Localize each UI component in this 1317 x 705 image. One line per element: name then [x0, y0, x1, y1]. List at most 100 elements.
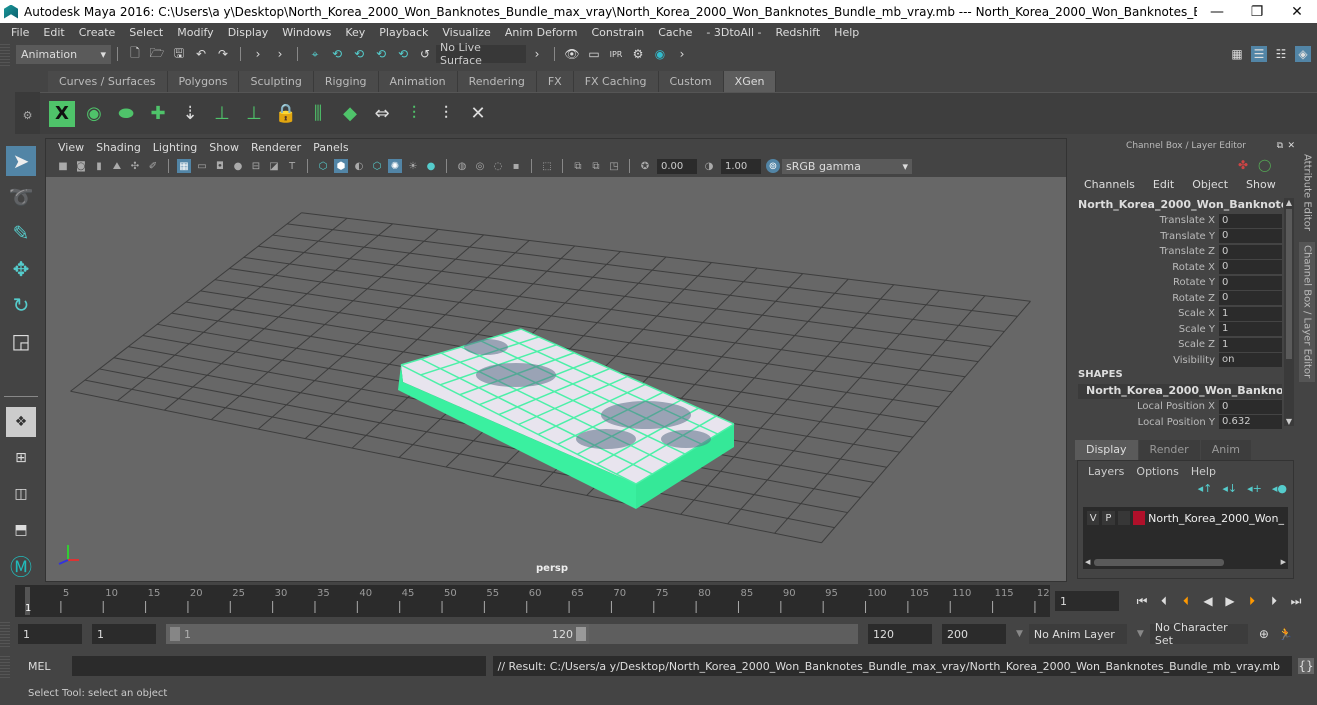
channel-label[interactable]: Rotate X — [1075, 262, 1219, 273]
chevron-down-icon[interactable]: ▼ — [1016, 629, 1023, 639]
image-plane-icon[interactable]: ⛰ — [110, 159, 124, 173]
channel-value-field[interactable]: 0.632 — [1219, 415, 1282, 429]
animation-preferences-icon[interactable]: 🏃 — [1278, 626, 1294, 642]
xray-joints-icon[interactable]: ◳ — [607, 159, 621, 173]
shelf-tab-animation[interactable]: Animation — [378, 71, 458, 92]
lock-guides-icon[interactable]: 🔒 — [273, 101, 299, 127]
menu-constrain[interactable]: Constrain — [584, 26, 651, 39]
menu-windows[interactable]: Windows — [275, 26, 338, 39]
menu-redshift[interactable]: Redshift — [769, 26, 828, 39]
channel-label[interactable]: Local Position Y — [1075, 417, 1219, 428]
film-gate-icon[interactable]: ▭ — [195, 159, 209, 173]
color-management-toggle-icon[interactable]: ⊚ — [766, 159, 780, 173]
layer-playback-toggle[interactable]: P — [1102, 511, 1115, 525]
range-row-handle[interactable] — [0, 621, 10, 647]
channel-label[interactable]: Scale Z — [1075, 339, 1219, 350]
menu-playback[interactable]: Playback — [372, 26, 435, 39]
gamma-icon[interactable]: ◑ — [702, 159, 716, 173]
lasso-tool-icon[interactable]: ➰ — [6, 182, 36, 212]
viewport-scene[interactable] — [46, 177, 1066, 581]
vp-menu-panels[interactable]: Panels — [307, 141, 354, 154]
persp-outliner-layout-icon[interactable]: ◫ — [6, 479, 36, 509]
scale-guides-icon[interactable]: ⇔ — [369, 101, 395, 127]
scroll-thumb[interactable] — [1094, 558, 1225, 566]
resolution-gate-icon[interactable]: ◘ — [213, 159, 227, 173]
scroll-right-icon[interactable]: ▶ — [1281, 558, 1286, 566]
menu-visualize[interactable]: Visualize — [435, 26, 497, 39]
channel-label[interactable]: Scale Y — [1075, 324, 1219, 335]
save-scene-icon[interactable]: 🖫 — [171, 46, 187, 62]
selected-object-name[interactable]: North_Korea_2000_Won_Banknotes_B... — [1078, 198, 1283, 211]
scroll-up-icon[interactable]: ▲ — [1284, 198, 1294, 207]
guide-visibility-icon[interactable]: ⊥ — [241, 101, 267, 127]
field-chart-icon[interactable]: ⊟ — [249, 159, 263, 173]
time-slider[interactable]: 1 5 10 15 20 25 30 35 40 45 50 55 60 65 70 75 80 85 90 95 10… — [15, 585, 1050, 617]
paint-select-tool-icon[interactable]: ✎ — [6, 218, 36, 248]
layer-name[interactable]: North_Korea_2000_Won_ — [1148, 512, 1284, 525]
command-input[interactable] — [71, 656, 486, 676]
channel-value-field[interactable]: 0 — [1219, 244, 1282, 259]
tool-settings-icon[interactable]: ☷ — [1273, 46, 1289, 62]
channel-label[interactable]: Translate Z — [1075, 246, 1219, 257]
shelf-tab-sculpting[interactable]: Sculpting — [239, 71, 314, 92]
character-set-dropdown[interactable]: No Character Set — [1149, 621, 1248, 647]
default-material-icon[interactable]: ◐ — [352, 159, 366, 173]
anti-aliasing-icon[interactable]: ◌ — [491, 159, 505, 173]
guide-length-icon[interactable]: ⫶ — [433, 101, 459, 127]
shelf-tab-curves-surfaces[interactable]: Curves / Surfaces — [48, 71, 168, 92]
grease-pencil-icon[interactable]: ✐ — [146, 159, 160, 173]
step-forward-key-icon[interactable]: ⏵ — [1244, 593, 1260, 609]
minimize-button[interactable]: — — [1197, 4, 1237, 20]
menu-help[interactable]: Help — [827, 26, 866, 39]
channel-value-field[interactable]: 1 — [1219, 322, 1282, 336]
sculpt-layer-icon[interactable]: ◆ — [337, 101, 363, 127]
shelf-settings-gear-icon[interactable]: ⚙ — [15, 109, 40, 122]
channel-label[interactable]: Scale X — [1075, 308, 1219, 319]
layer-visibility-toggle[interactable]: V — [1087, 511, 1100, 525]
channel-row[interactable]: Local Position X0 — [1075, 399, 1282, 414]
isolate-select-icon[interactable]: ⬚ — [540, 159, 554, 173]
menu-select[interactable]: Select — [122, 26, 170, 39]
motion-blur-icon[interactable]: ◎ — [473, 159, 487, 173]
vp-menu-show[interactable]: Show — [203, 141, 245, 154]
menu-cache[interactable]: Cache — [651, 26, 699, 39]
current-frame-field[interactable]: 1 — [1055, 591, 1119, 611]
camera-attributes-icon[interactable]: ◙ — [74, 159, 88, 173]
play-forwards-icon[interactable]: ▶ — [1222, 593, 1238, 609]
float-panel-icon[interactable]: ⧉ — [1277, 138, 1283, 154]
menu-file[interactable]: File — [4, 26, 36, 39]
cb-menu-show[interactable]: Show — [1237, 178, 1285, 194]
snap-live-icon[interactable]: ⟲ — [395, 46, 411, 62]
layer-row[interactable]: V P North_Korea_2000_Won_ — [1083, 507, 1288, 529]
delete-guides-icon[interactable]: ✕ — [465, 101, 491, 127]
shelf-tab-polygons[interactable]: Polygons — [167, 71, 240, 92]
channel-value-field[interactable]: 0 — [1219, 260, 1282, 274]
snap-point-icon[interactable]: ⟲ — [351, 46, 367, 62]
channel-row[interactable]: Translate Y0 — [1075, 229, 1282, 244]
textured-icon[interactable]: ✺ — [388, 159, 402, 173]
maximize-button[interactable]: ❐ — [1237, 4, 1277, 20]
wireframe-on-shaded-icon[interactable]: ⬡ — [370, 159, 384, 173]
scale-tool-icon[interactable]: ◲ — [6, 326, 36, 356]
move-tool-icon[interactable]: ✥ — [6, 254, 36, 284]
menu-3dtoall[interactable]: - 3DtoAll - — [699, 26, 768, 39]
cb-menu-edit[interactable]: Edit — [1144, 178, 1183, 194]
tab-channel-box-layer-editor[interactable]: Channel Box / Layer Editor — [1299, 242, 1315, 382]
move-layer-up-icon[interactable]: ◂↑ — [1198, 482, 1213, 495]
step-back-frame-icon[interactable]: ⏴ — [1156, 593, 1172, 609]
collapse-icon[interactable]: › — [674, 46, 690, 62]
step-back-key-icon[interactable]: ⏴ — [1178, 593, 1194, 609]
channel-row[interactable]: Visibility on — [1075, 353, 1282, 368]
menu-set-dropdown[interactable]: Animation ▾ — [16, 44, 111, 64]
channel-value-field[interactable]: 1 — [1219, 306, 1282, 321]
anim-layer-dropdown[interactable]: No Anim Layer — [1028, 624, 1127, 644]
render-view-icon[interactable]: 👁 — [564, 46, 580, 62]
time-slider-ticks[interactable]: 15 10 15 20 25 30 35 40 45 50 55 60 65 70 75 80 85 90 95 10… — [15, 585, 1050, 617]
go-to-end-icon[interactable]: ⏭ — [1288, 593, 1304, 609]
new-empty-layer-icon[interactable]: ◂+ — [1247, 482, 1262, 495]
vp-menu-lighting[interactable]: Lighting — [147, 141, 203, 154]
animation-end-field[interactable]: 200 — [942, 624, 1006, 644]
gate-mask-icon[interactable]: ● — [231, 159, 245, 173]
undo-icon[interactable]: ↶ — [193, 46, 209, 62]
menu-edit[interactable]: Edit — [36, 26, 71, 39]
